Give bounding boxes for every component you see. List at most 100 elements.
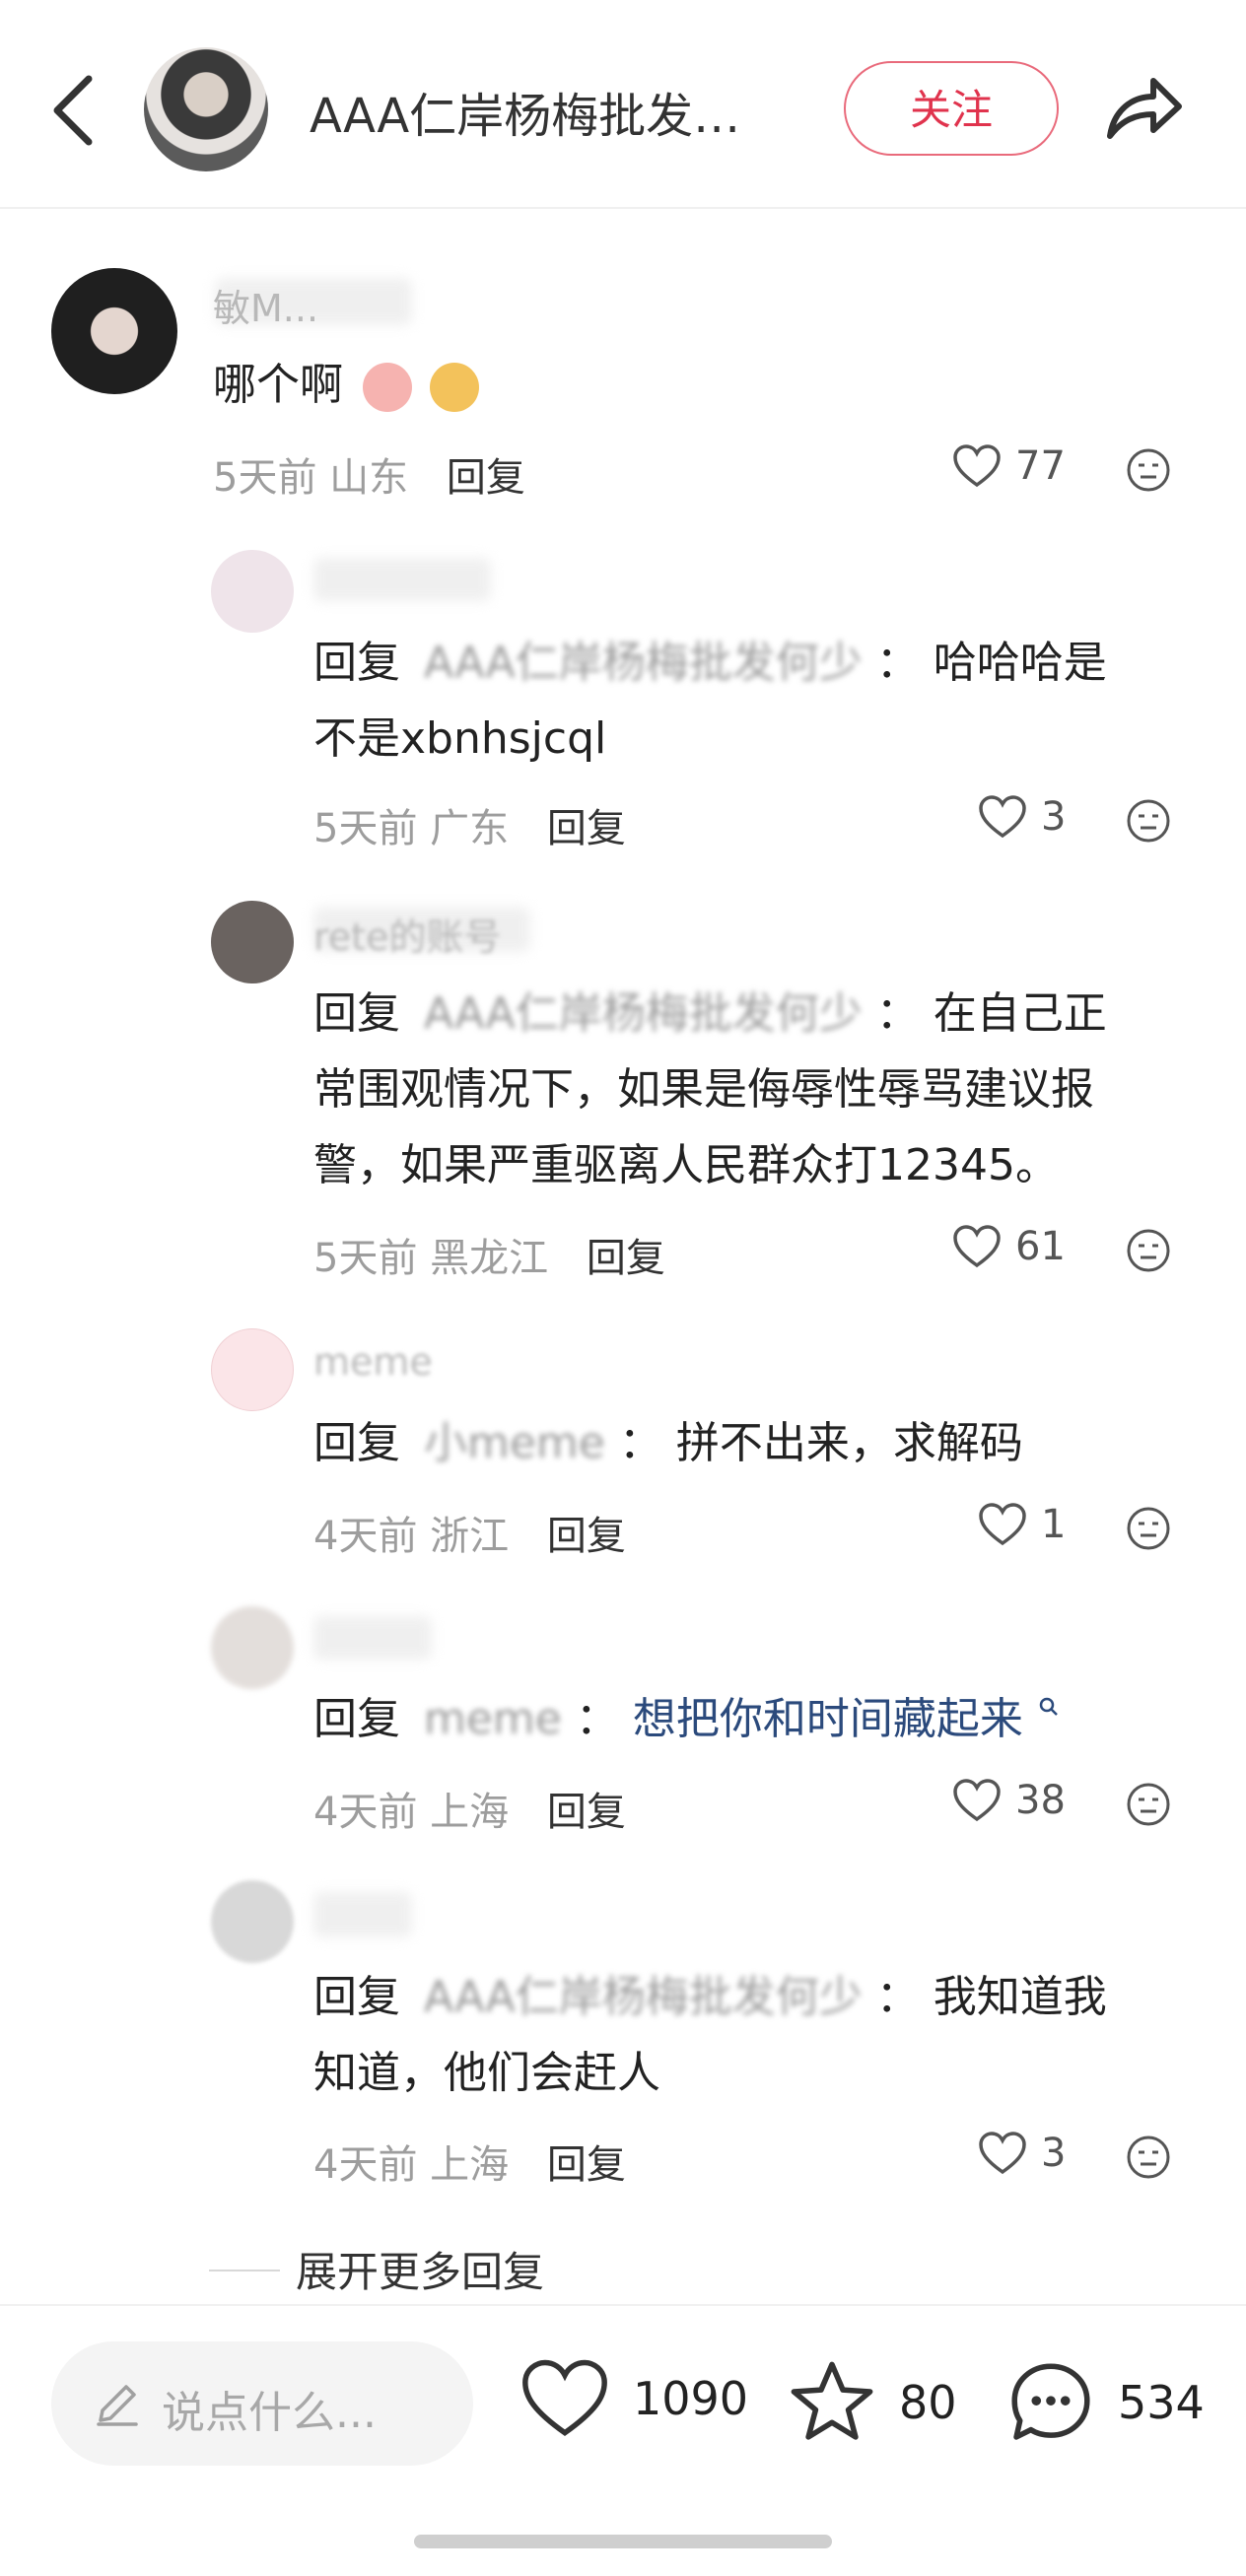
dislike-face-icon[interactable]: [1126, 798, 1171, 844]
like-count: 61: [1015, 1224, 1066, 1269]
comment-time: 4天前: [313, 1790, 418, 1835]
favorite-count: 80: [899, 2376, 957, 2429]
reply-button[interactable]: 回复: [547, 2142, 626, 2188]
colon: ：: [875, 988, 920, 1039]
search-link-text[interactable]: 想把你和时间藏起来: [633, 1694, 1023, 1744]
comment-time: 5天前: [313, 806, 418, 851]
comment-time: 5天前: [313, 1236, 418, 1281]
heart-outline-icon: [953, 444, 1001, 488]
reply-button[interactable]: 回复: [447, 455, 525, 501]
author-name[interactable]: AAA仁岸杨梅批发…: [310, 77, 740, 146]
comment-text-content: 哪个啊: [213, 360, 343, 410]
reply-text: 回复 小meme ： 拼不出来，求解码: [313, 1405, 1023, 1481]
reply-prefix: 回复: [313, 638, 400, 688]
dislike-face-icon[interactable]: [1126, 2135, 1171, 2180]
heart-outline-icon: [953, 1779, 1001, 1822]
comment-total-button[interactable]: 534: [1005, 2357, 1205, 2448]
heart-outline-icon: [979, 1503, 1026, 1546]
dislike-face-icon[interactable]: [1126, 1782, 1171, 1827]
bottom-action-bar: 说点什么... 1090 80 534: [0, 2304, 1246, 2576]
like-total-button[interactable]: 1090: [519, 2357, 748, 2440]
username-blur: [313, 558, 491, 601]
reply-target-username[interactable]: 小meme: [424, 1418, 605, 1468]
dislike-face-icon[interactable]: [1126, 1506, 1171, 1551]
replier-avatar[interactable]: [211, 1880, 294, 1963]
comment-location: 广东: [430, 806, 510, 851]
back-chevron-icon[interactable]: [47, 71, 106, 150]
emoji-sticker-icon: [430, 363, 479, 412]
like-total-count: 1090: [633, 2372, 749, 2425]
like-count: 38: [1015, 1778, 1066, 1823]
reply-text: 回复 AAA仁岸杨梅批发何少 ： 哈哈哈是: [313, 625, 1107, 701]
comment-meta: 5天前 山东 回复: [213, 445, 525, 503]
comment-location: 黑龙江: [430, 1236, 549, 1281]
reply-text-line: 我知道我: [933, 1972, 1107, 2022]
comment-input-placeholder: 说点什么...: [162, 2388, 377, 2438]
comment-meta: 4天前 浙江 回复: [313, 1504, 626, 1561]
replier-username[interactable]: rete的账号: [313, 907, 501, 961]
colon: ：: [618, 1418, 662, 1468]
dislike-face-icon[interactable]: [1126, 447, 1171, 493]
comment-meta: 5天前 黑龙江 回复: [313, 1226, 665, 1283]
heart-outline-icon: [953, 1225, 1001, 1268]
commenter-username[interactable]: 敏M...: [213, 278, 318, 332]
reply-target-username[interactable]: meme: [424, 1694, 562, 1744]
comment-bubble-icon: [1011, 2363, 1090, 2440]
reply-text-line: 哈哈哈是: [933, 638, 1107, 688]
comment-meta: 5天前 广东 回复: [313, 796, 626, 853]
colon: ：: [875, 1972, 920, 2022]
reply-button[interactable]: 回复: [547, 1514, 626, 1559]
comment-text: 哪个啊: [213, 347, 479, 423]
like-count: 1: [1041, 1502, 1067, 1547]
share-icon[interactable]: [1102, 67, 1185, 150]
like-button[interactable]: 1: [978, 1502, 1066, 1547]
replier-avatar[interactable]: [211, 1328, 294, 1411]
heart-outline-icon: [979, 795, 1026, 839]
replier-avatar[interactable]: [211, 901, 294, 983]
reply-text-line: 常围观情况下，如果是侮辱性辱骂建议报: [313, 1064, 1094, 1115]
reply-text-line: 不是xbnhsjcql: [313, 713, 607, 764]
reply-target-username[interactable]: AAA仁岸杨梅批发何少: [424, 988, 863, 1039]
replier-avatar[interactable]: [211, 550, 294, 633]
search-icon[interactable]: [1037, 1695, 1061, 1719]
replier-username[interactable]: meme: [313, 1340, 433, 1384]
like-button[interactable]: 3: [978, 2131, 1066, 2176]
author-avatar[interactable]: [144, 47, 268, 171]
comment-input[interactable]: 说点什么...: [51, 2341, 473, 2466]
commenter-avatar[interactable]: [51, 268, 177, 394]
comment-location: 上海: [430, 2142, 510, 2188]
reply-text: 回复 meme ： 想把你和时间藏起来: [313, 1681, 1061, 1757]
heart-outline-icon: [979, 2132, 1026, 2175]
comment-total-count: 534: [1118, 2376, 1205, 2429]
replier-avatar[interactable]: [211, 1606, 294, 1689]
comment-time: 5天前: [213, 455, 317, 501]
username-blur: [313, 1616, 432, 1660]
reply-text: 回复 AAA仁岸杨梅批发何少 ： 我知道我: [313, 1959, 1107, 2035]
comment-meta: 4天前 上海 回复: [313, 1780, 626, 1837]
like-button[interactable]: 77: [952, 443, 1066, 489]
home-indicator[interactable]: [414, 2535, 832, 2548]
username-blur: [313, 1892, 412, 1937]
reply-text-line: 警，如果严重驱离人民群众打12345。: [313, 1140, 1059, 1190]
reply-target-username[interactable]: AAA仁岸杨梅批发何少: [424, 638, 863, 688]
expand-more-replies[interactable]: 展开更多回复: [296, 2239, 544, 2299]
reply-button[interactable]: 回复: [587, 1236, 665, 1281]
dislike-face-icon[interactable]: [1126, 1228, 1171, 1273]
like-button[interactable]: 61: [952, 1224, 1066, 1269]
like-count: 77: [1015, 443, 1066, 489]
colon: ：: [575, 1694, 619, 1744]
follow-button[interactable]: 关注: [844, 61, 1059, 156]
emoji-sticker-icon: [363, 363, 412, 412]
favorite-button[interactable]: 80: [787, 2357, 957, 2448]
reply-target-username[interactable]: AAA仁岸杨梅批发何少: [424, 1972, 863, 2022]
comment-meta: 4天前 上海 回复: [313, 2133, 626, 2190]
pencil-icon: [97, 2385, 138, 2426]
like-button[interactable]: 38: [952, 1778, 1066, 1823]
heart-outline-icon: [522, 2359, 607, 2437]
reply-button[interactable]: 回复: [547, 806, 626, 851]
reply-button[interactable]: 回复: [547, 1790, 626, 1835]
comment-time: 4天前: [313, 1514, 418, 1559]
like-button[interactable]: 3: [978, 794, 1066, 840]
reply-prefix: 回复: [313, 1972, 400, 2022]
reply-text-line: 在自己正: [933, 988, 1107, 1039]
